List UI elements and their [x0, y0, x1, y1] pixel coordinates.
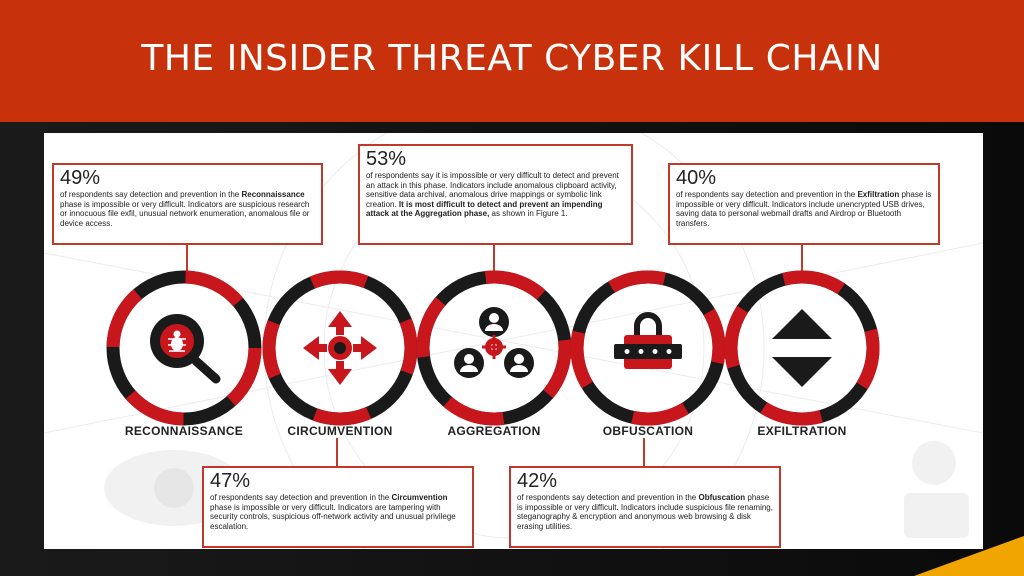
stat-description: of respondents say detection and prevent…: [210, 493, 456, 531]
label-obfuscation: OBFUSCATION: [602, 424, 694, 438]
label-aggregation: AGGREGATION: [447, 424, 541, 438]
stat-box-obfuscation: 42% of respondents say detection and pre…: [509, 466, 781, 548]
padlock-password-icon: [614, 312, 682, 369]
slide-title: THE INSIDER THREAT CYBER KILL CHAIN: [141, 38, 883, 79]
stat-box-aggregation: 53% of respondents say it is impossible …: [358, 144, 633, 245]
infographic-panel: RECONNAISSANCE CIRCUMVENTION AGGREGATION…: [44, 133, 983, 549]
stat-description: of respondents say it is impossible or v…: [366, 171, 619, 219]
bug-magnifier-icon: [150, 314, 221, 384]
stat-percent: 53%: [366, 148, 407, 170]
four-arrows-target-icon: [303, 311, 377, 385]
stat-description: of respondents say detection and prevent…: [517, 493, 773, 531]
stat-percent: 40%: [676, 167, 717, 189]
stat-description: of respondents say detection and prevent…: [676, 190, 932, 228]
stat-description: of respondents say detection and prevent…: [60, 190, 310, 228]
stat-box-reconnaissance: 49% of respondents say detection and pre…: [52, 163, 323, 245]
stat-percent: 47%: [210, 470, 251, 492]
label-exfiltration: EXFILTRATION: [757, 424, 847, 438]
stat-percent: 49%: [60, 167, 101, 189]
up-down-arrows-icon: [772, 309, 832, 387]
stat-box-exfiltration: 40% of respondents say detection and pre…: [668, 163, 940, 245]
label-circumvention: CIRCUMVENTION: [287, 424, 393, 438]
stat-percent: 42%: [517, 470, 558, 492]
label-reconnaissance: RECONNAISSANCE: [124, 424, 244, 438]
users-gear-icon: [454, 307, 534, 378]
stat-box-circumvention: 47% of respondents say detection and pre…: [202, 466, 474, 548]
